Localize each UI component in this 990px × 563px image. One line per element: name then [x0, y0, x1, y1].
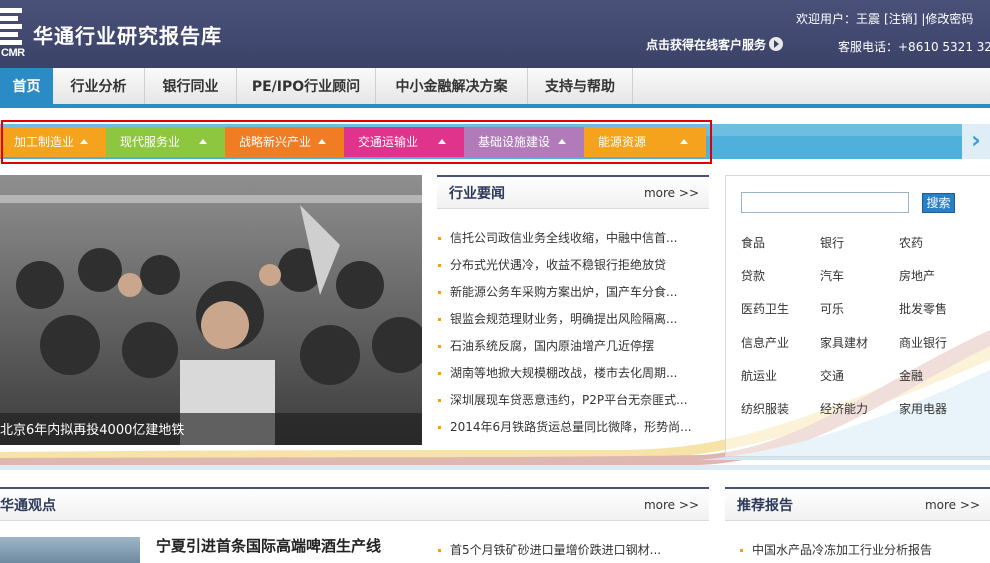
tag-link[interactable]: 家用电器: [899, 400, 947, 417]
tag-link[interactable]: 信息产业: [741, 334, 789, 351]
arrow-right-circle-icon: [769, 37, 784, 51]
industry-news-title: 行业要闻: [449, 186, 505, 202]
logo-text: CMR: [1, 47, 25, 59]
list-item[interactable]: 银监会规范理财业务，明确提出风险隔离...: [438, 306, 708, 333]
tag-link[interactable]: 医药卫生: [741, 300, 789, 317]
hero-caption[interactable]: 北京6年内拟再投4000亿建地铁: [0, 419, 184, 438]
list-item[interactable]: 湖南等地掀大规模棚改战，楼市去化周期...: [438, 360, 708, 387]
list-item[interactable]: 中国水产品冷冻加工行业分析报告: [740, 537, 990, 563]
tag-link[interactable]: 银行: [820, 234, 844, 251]
nav-item-home[interactable]: 首页: [0, 68, 53, 108]
tag-link[interactable]: 纺织服装: [741, 400, 789, 417]
tag-link[interactable]: 贷款: [741, 267, 765, 284]
tag-link[interactable]: 食品: [741, 234, 765, 251]
nav-underline: [0, 104, 990, 108]
viewpoint-title: 华通观点: [0, 498, 56, 514]
nav-item-sme-finance[interactable]: 中小金融解决方案: [376, 68, 528, 108]
highlight-frame: [1, 120, 712, 164]
nav-item-industry-analysis[interactable]: 行业分析: [53, 68, 145, 108]
viewpoint-thumbnail[interactable]: [0, 537, 140, 563]
industry-news-header: 行业要闻 more >>: [437, 175, 709, 209]
tag-link[interactable]: 经济能力: [820, 400, 868, 417]
nav-item-banking[interactable]: 银行同业: [145, 68, 237, 108]
user-welcome: 欢迎用户：王震 [注销] |修改密码: [796, 10, 977, 27]
site-title[interactable]: 华通行业研究报告库: [33, 20, 222, 49]
recommend-list: 中国水产品冷冻加工行业分析报告: [740, 537, 990, 563]
chevron-right-icon[interactable]: ›: [962, 124, 990, 159]
recommend-title: 推荐报告: [737, 498, 793, 514]
viewpoint-feature-title[interactable]: 宁夏引进首条国际高端啤酒生产线: [156, 535, 381, 556]
list-item[interactable]: 分布式光伏遇冷，收益不稳银行拒绝放贷: [438, 252, 708, 279]
tag-link[interactable]: 房地产: [899, 267, 935, 284]
online-service-link[interactable]: 点击获得在线客户服务: [646, 36, 784, 53]
nav-item-pe-ipo[interactable]: PE/IPO行业顾问: [237, 68, 376, 108]
logout-link[interactable]: [注销]: [884, 12, 917, 26]
list-item[interactable]: 深圳展现车贷恶意违约，P2P平台无奈匪式...: [438, 387, 708, 414]
tag-link[interactable]: 可乐: [820, 300, 844, 317]
tag-link[interactable]: 家具建材: [820, 334, 868, 351]
tag-link[interactable]: 航运业: [741, 367, 777, 384]
tag-link[interactable]: 农药: [899, 234, 923, 251]
nav-item-support[interactable]: 支持与帮助: [528, 68, 633, 108]
search-button[interactable]: 搜索: [922, 193, 955, 213]
tag-link[interactable]: 金融: [899, 367, 923, 384]
tag-link[interactable]: 汽车: [820, 267, 844, 284]
list-item[interactable]: 2014年6月铁路货运总量同比微降，形势尚...: [438, 414, 708, 441]
hero-photo: [0, 175, 422, 445]
industry-news-list: 信托公司政信业务全线收缩，中融中信首... 分布式光伏遇冷，收益不稳银行拒绝放贷…: [438, 225, 708, 441]
list-item[interactable]: 信托公司政信业务全线收缩，中融中信首...: [438, 225, 708, 252]
recommend-more-link[interactable]: more >>: [925, 498, 980, 512]
tag-link[interactable]: 交通: [820, 367, 844, 384]
tag-link[interactable]: 批发零售: [899, 300, 947, 317]
tag-link[interactable]: 商业银行: [899, 334, 947, 351]
list-item[interactable]: 首5个月铁矿砂进口量增价跌进口钢材...: [438, 537, 708, 563]
list-item[interactable]: 石油系统反腐，国内原油增产几近停摆: [438, 333, 708, 360]
list-item[interactable]: 新能源公务车采购方案出炉，国产车分食...: [438, 279, 708, 306]
change-password-link[interactable]: |修改密码: [921, 12, 973, 26]
hotline: 客服电话：+8610 5321 3250: [838, 40, 990, 54]
main-nav: 首页 行业分析 银行同业 PE/IPO行业顾问 中小金融解决方案 支持与帮助: [0, 68, 990, 108]
search-input[interactable]: [741, 192, 909, 213]
welcome-text: 欢迎用户：王震: [796, 12, 881, 26]
industry-news-more-link[interactable]: more >>: [644, 186, 699, 200]
site-header: CMR 华通行业研究报告库 欢迎用户：王震 [注销] |修改密码 点击获得在线客户服…: [0, 0, 990, 68]
online-service-label: 点击获得在线客户服务: [646, 38, 767, 52]
viewpoint-more-link[interactable]: more >>: [644, 498, 699, 512]
hero-image[interactable]: 北京6年内拟再投4000亿建地铁: [0, 175, 422, 445]
viewpoint-header: 华通观点 more >>: [0, 487, 709, 521]
viewpoint-list: 首5个月铁矿砂进口量增价跌进口钢材...: [438, 537, 708, 563]
recommend-header: 推荐报告 more >>: [725, 487, 990, 521]
